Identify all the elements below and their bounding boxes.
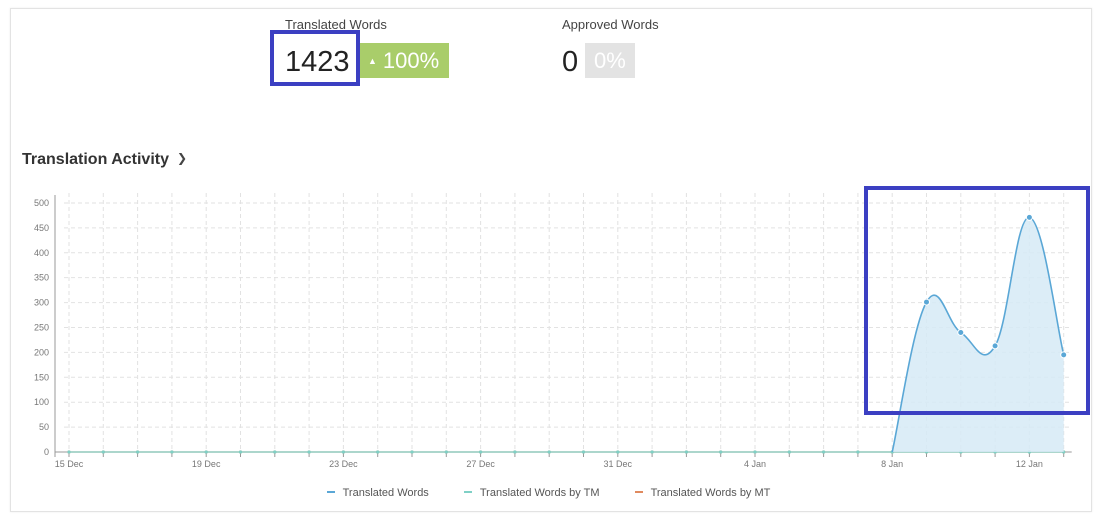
- y-tick-label: 250: [34, 322, 49, 332]
- y-tick-label: 300: [34, 298, 49, 308]
- x-tick-label: 23 Dec: [329, 459, 358, 469]
- data-point-tm: [547, 450, 551, 454]
- highlight-box-chart-peak: [864, 186, 1090, 415]
- legend-item-tm[interactable]: Translated Words by TM: [463, 487, 600, 499]
- x-tick-label: 4 Jan: [744, 459, 766, 469]
- data-point-tm: [753, 450, 757, 454]
- y-tick-label: 100: [34, 397, 49, 407]
- data-point-tm: [581, 450, 586, 454]
- legend-label-tm: Translated Words by TM: [479, 487, 600, 499]
- data-point-tm: [170, 450, 174, 454]
- data-point-tm: [273, 450, 277, 454]
- data-point-tm: [307, 450, 311, 454]
- data-point-tm: [101, 450, 105, 454]
- x-tick-label: 15 Dec: [55, 459, 84, 469]
- legend-swatch-tm: [463, 491, 472, 493]
- y-tick-label: 0: [44, 447, 49, 457]
- x-tick-label: 19 Dec: [192, 459, 221, 469]
- data-point-tm: [479, 450, 483, 454]
- y-tick-label: 150: [34, 372, 49, 382]
- y-tick-label: 50: [39, 422, 49, 432]
- data-point-tm: [444, 450, 448, 454]
- data-point-tm: [719, 450, 723, 454]
- chart-legend: Translated Words Translated Words by TM …: [0, 487, 1097, 499]
- data-point-tm: [67, 450, 71, 454]
- y-tick-label: 400: [34, 248, 49, 258]
- data-point-tm: [787, 450, 791, 454]
- x-tick-label: 27 Dec: [466, 459, 495, 469]
- x-axis: 15 Dec 19 Dec 23 Dec 27 Dec 31 Dec 4 Jan 8 Jan…: [55, 451, 1072, 469]
- data-point-tm: [822, 450, 826, 454]
- y-tick-label: 500: [34, 198, 49, 208]
- data-point-tm: [376, 450, 380, 454]
- data-point-tm: [238, 450, 243, 454]
- x-tick-label: 31 Dec: [604, 459, 633, 469]
- legend-label-translated: Translated Words: [342, 487, 429, 499]
- legend-swatch-mt: [634, 491, 643, 493]
- legend-item-mt[interactable]: Translated Words by MT: [634, 487, 771, 499]
- data-point-tm: [856, 450, 860, 454]
- x-tick-label: 8 Jan: [881, 459, 903, 469]
- legend-label-mt: Translated Words by MT: [650, 487, 771, 499]
- x-tick-label: 12 Jan: [1016, 459, 1043, 469]
- legend-swatch-translated: [326, 491, 335, 493]
- legend-item-translated[interactable]: Translated Words: [326, 487, 429, 499]
- y-axis: 0 50 100 150 200 250 300 350 400 450 500: [34, 195, 56, 457]
- data-point-tm: [616, 450, 620, 454]
- data-point-tm: [650, 450, 654, 454]
- y-tick-label: 450: [34, 223, 49, 233]
- data-point-tm: [684, 450, 689, 454]
- y-tick-label: 350: [34, 273, 49, 283]
- data-point-tm: [513, 450, 517, 454]
- data-point-tm: [410, 450, 414, 454]
- y-tick-label: 200: [34, 347, 49, 357]
- data-point-tm: [204, 450, 208, 454]
- data-point-tm: [136, 450, 140, 454]
- data-point-tm: [341, 450, 345, 454]
